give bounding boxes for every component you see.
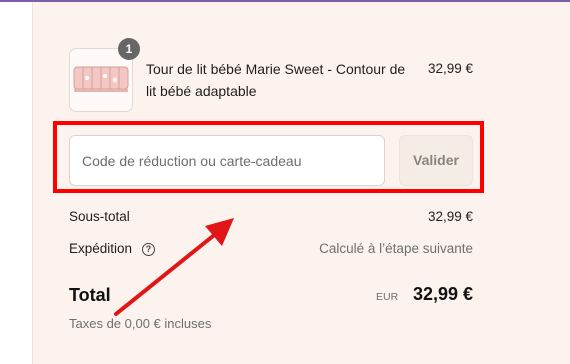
total-currency: EUR: [376, 291, 399, 303]
total-label: Total: [69, 285, 111, 305]
question-circle-icon[interactable]: ?: [142, 243, 155, 256]
left-panel: [0, 2, 33, 364]
discount-code-input[interactable]: [69, 135, 385, 186]
shipping-value: Calculé à l’étape suivante: [319, 241, 473, 256]
apply-discount-button[interactable]: Valider: [399, 135, 473, 186]
product-price: 32,99 €: [427, 61, 473, 76]
taxes-note: Taxes de 0,00 € incluses: [69, 316, 212, 331]
shipping-label: Expédition: [69, 241, 133, 256]
quantity-badge: 1: [118, 38, 140, 60]
subtotal-value: 32,99 €: [427, 209, 473, 224]
bed-bumper-image: [73, 66, 129, 92]
total-value: 32,99 €: [412, 284, 473, 304]
product-name: Tour de lit bébé Marie Sweet - Contour d…: [146, 61, 406, 99]
subtotal-label: Sous-total: [69, 209, 130, 224]
